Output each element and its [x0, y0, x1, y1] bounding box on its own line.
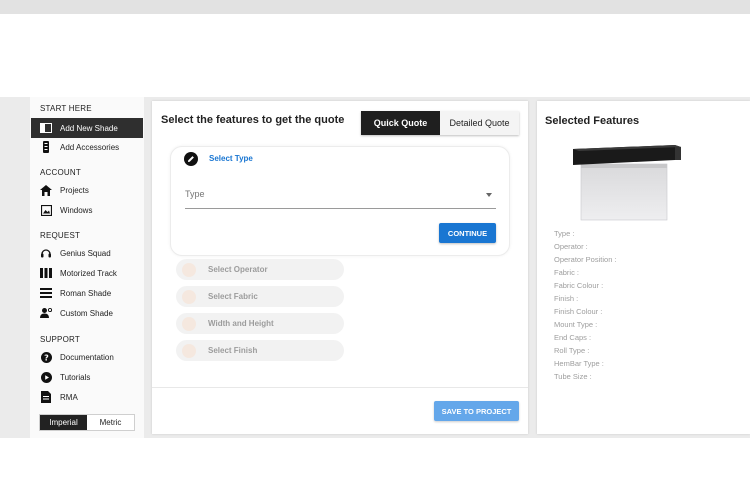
- sidebar-item-label: Add New Shade: [60, 123, 118, 133]
- step-label: Select Finish: [208, 346, 258, 355]
- select-type-step-card: Select Type Type CONTINUE: [170, 146, 510, 256]
- unit-toggle: Imperial Metric: [39, 414, 135, 431]
- sidebar-item-custom-shade[interactable]: Custom Shade: [31, 303, 143, 323]
- feature-operator-position: Operator Position :: [554, 255, 617, 264]
- metric-button[interactable]: Metric: [87, 415, 134, 430]
- window-shade-icon: [40, 122, 52, 134]
- sidebar-item-rma[interactable]: RMA: [31, 387, 143, 407]
- sidebar-item-genius-squad[interactable]: Genius Squad: [31, 243, 143, 263]
- features-title: Selected Features: [545, 115, 640, 127]
- section-request: REQUEST: [40, 231, 81, 240]
- quote-mode-toggle: Quick Quote Detailed Quote: [361, 111, 519, 135]
- roller-shade-preview: [571, 142, 683, 222]
- section-start-here: START HERE: [40, 104, 92, 113]
- feature-roll-type: Roll Type :: [554, 346, 590, 355]
- home-icon: [40, 184, 52, 196]
- headset-icon: [40, 247, 52, 259]
- selected-features-panel: Selected Features Type : Operator : Oper…: [537, 101, 750, 434]
- sidebar-item-label: Projects: [60, 185, 89, 195]
- roman-shade-icon: [40, 287, 52, 299]
- sidebar-item-label: Motorized Track: [60, 268, 117, 278]
- section-support: SUPPORT: [40, 335, 80, 344]
- sidebar-item-label: Genius Squad: [60, 248, 111, 258]
- svg-text:?: ?: [44, 353, 49, 362]
- page-title: Select the features to get the quote: [161, 114, 345, 126]
- step-label: Select Fabric: [208, 292, 258, 301]
- quick-quote-tab[interactable]: Quick Quote: [361, 111, 440, 135]
- remote-control-icon: [40, 141, 52, 153]
- step-title: Select Type: [209, 154, 253, 163]
- feature-finish-colour: Finish Colour :: [554, 307, 603, 316]
- detailed-quote-tab[interactable]: Detailed Quote: [440, 111, 519, 135]
- continue-button[interactable]: CONTINUE: [439, 223, 496, 243]
- quote-panel: Select the features to get the quote Qui…: [152, 101, 528, 434]
- sidebar-item-documentation[interactable]: ? Documentation: [31, 347, 143, 367]
- dropdown-arrow-icon: [486, 193, 492, 197]
- type-select-placeholder: Type: [185, 189, 205, 199]
- play-circle-icon: [40, 371, 52, 383]
- step-label: Width and Height: [208, 319, 274, 328]
- sidebar-item-windows[interactable]: Windows: [31, 200, 143, 220]
- sidebar: START HERE Add New Shade Add Accessories…: [30, 97, 144, 438]
- sidebar-item-label: Tutorials: [60, 372, 91, 382]
- user-settings-icon: [40, 307, 52, 319]
- features-list: Type : Operator : Operator Position : Fa…: [554, 227, 617, 383]
- section-account: ACCOUNT: [40, 168, 81, 177]
- image-window-icon: [40, 204, 52, 216]
- sidebar-item-label: Roman Shade: [60, 288, 112, 298]
- bars-icon: [40, 267, 52, 279]
- sidebar-item-motorized-track[interactable]: Motorized Track: [31, 263, 143, 283]
- step-label: Select Operator: [208, 265, 268, 274]
- sidebar-item-add-new-shade[interactable]: Add New Shade: [31, 118, 143, 138]
- feature-hembar-type: HemBar Type :: [554, 359, 604, 368]
- sidebar-item-tutorials[interactable]: Tutorials: [31, 367, 143, 387]
- save-to-project-button[interactable]: SAVE TO PROJECT: [434, 401, 519, 421]
- sidebar-item-projects[interactable]: Projects: [31, 180, 143, 200]
- sidebar-item-label: RMA: [60, 392, 78, 402]
- step-dot-icon: [182, 289, 196, 304]
- sidebar-item-add-accessories[interactable]: Add Accessories: [31, 137, 143, 157]
- feature-fabric-colour: Fabric Colour :: [554, 281, 604, 290]
- imperial-button[interactable]: Imperial: [40, 415, 87, 430]
- footer-divider: [152, 387, 528, 388]
- step-select-operator: Select Operator: [176, 259, 344, 280]
- document-icon: [40, 391, 52, 403]
- step-select-fabric: Select Fabric: [176, 286, 344, 307]
- sidebar-item-label: Windows: [60, 205, 93, 215]
- step-select-finish: Select Finish: [176, 340, 344, 361]
- step-dot-icon: [182, 316, 196, 331]
- feature-type: Type :: [554, 229, 575, 238]
- sidebar-item-label: Documentation: [60, 352, 114, 362]
- top-bar: [0, 0, 750, 14]
- pencil-icon: [184, 152, 198, 166]
- feature-end-caps: End Caps :: [554, 333, 592, 342]
- feature-operator: Operator :: [554, 242, 588, 251]
- feature-mount-type: Mount Type :: [554, 320, 598, 329]
- sidebar-item-label: Custom Shade: [60, 308, 113, 318]
- feature-finish: Finish :: [554, 294, 579, 303]
- step-width-and-height: Width and Height: [176, 313, 344, 334]
- type-select[interactable]: Type: [185, 181, 496, 209]
- sidebar-item-label: Add Accessories: [60, 142, 120, 152]
- help-icon: ?: [40, 351, 52, 363]
- step-dot-icon: [182, 262, 196, 277]
- feature-fabric: Fabric :: [554, 268, 580, 277]
- step-dot-icon: [182, 343, 196, 358]
- feature-tube-size: Tube Size :: [554, 372, 592, 381]
- sidebar-item-roman-shade[interactable]: Roman Shade: [31, 283, 143, 303]
